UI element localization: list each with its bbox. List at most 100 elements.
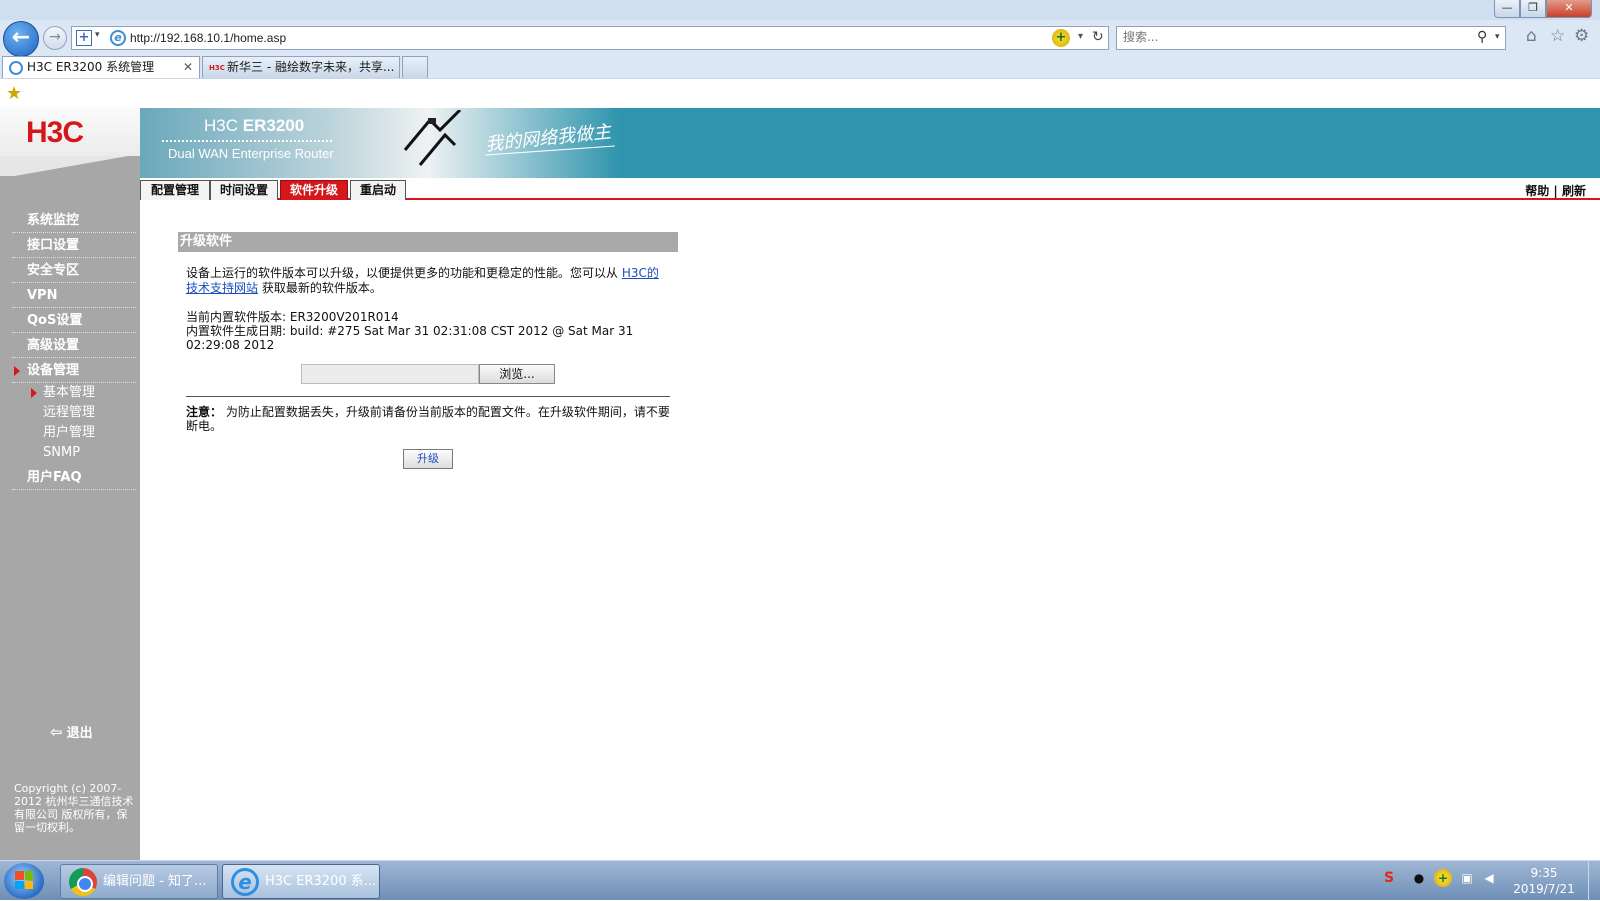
logout-label: 退出 <box>66 726 93 741</box>
browser-tab-h3c-admin[interactable]: H3C ER3200 系统管理 ✕ <box>2 56 200 78</box>
sidebar-item-security[interactable]: 安全专区 <box>12 258 136 283</box>
clock[interactable]: 9:35 2019/7/21 <box>1504 865 1584 897</box>
close-window-button[interactable]: ✕ <box>1546 0 1592 18</box>
chrome-icon <box>69 868 97 896</box>
home-icon[interactable]: ⌂ <box>1526 26 1537 46</box>
clock-date: 2019/7/21 <box>1513 882 1575 896</box>
security-app-icon[interactable]: + <box>1434 869 1452 887</box>
browse-button[interactable]: 浏览... <box>479 364 555 384</box>
taskbar-item-chrome[interactable]: 编辑问题 - 知了... <box>60 864 218 899</box>
sidebar-item-device-management[interactable]: 设备管理 <box>12 358 136 383</box>
product-model: H3C ER3200 <box>204 116 304 136</box>
tab-config-management[interactable]: 配置管理 <box>140 180 210 200</box>
favorites-star-icon[interactable]: ☆ <box>1550 26 1565 46</box>
sub-navigation: 配置管理 时间设置 软件升级 重启动 帮助 | 刷新 <box>140 178 1600 200</box>
sidebar-item-vpn[interactable]: VPN <box>12 283 136 308</box>
sidebar: H3C 系统监控 接口设置 安全专区 VPN QoS设置 高级设置 设备管理 基… <box>0 108 140 860</box>
copyright-text: Copyright (c) 2007-2012 杭州华三通信技术有限公司 版权所… <box>14 782 134 834</box>
logout-icon: ⇦ <box>50 723 63 741</box>
browser-tab-h3c-site[interactable]: H3C 新华三 - 融绘数字未来，共享... <box>202 56 400 78</box>
device-management-submenu: 基本管理 远程管理 用户管理 SNMP <box>12 383 136 463</box>
tab-software-upgrade[interactable]: 软件升级 <box>280 180 348 200</box>
router-admin-page: H3C 系统监控 接口设置 安全专区 VPN QoS设置 高级设置 设备管理 基… <box>0 108 1600 860</box>
refresh-icon[interactable]: ↻ <box>1092 29 1104 45</box>
tab-label: 新华三 - 融绘数字未来，共享... <box>227 60 395 74</box>
add-icon[interactable]: + <box>76 30 92 46</box>
ie-tab-icon <box>9 60 23 75</box>
favorites-add-icon[interactable]: ★ <box>6 83 22 104</box>
submenu-item-basic[interactable]: 基本管理 <box>31 383 136 403</box>
tab-label: H3C ER3200 系统管理 <box>27 60 155 74</box>
browser-tabstrip: H3C ER3200 系统管理 ✕ H3C 新华三 - 融绘数字未来，共享... <box>0 56 1600 78</box>
description-text: 设备上运行的软件版本可以升级，以便提供更多的功能和更稳定的性能。您可以从 <box>186 266 619 280</box>
panel-title: 升级软件 <box>178 232 678 252</box>
note-label: 注意： <box>186 405 223 419</box>
submenu-item-label: 远程管理 <box>43 405 96 420</box>
file-path-input[interactable] <box>301 364 479 384</box>
network-icon[interactable]: ▣ <box>1458 869 1476 887</box>
help-link[interactable]: 帮助 <box>1525 184 1549 198</box>
address-bar[interactable]: + ▾ e http://192.168.10.1/home.asp + ▾ ↻ <box>71 26 1109 50</box>
header-banner: H3C ER3200 Dual WAN Enterprise Router 我的… <box>140 108 1600 178</box>
refresh-link[interactable]: 刷新 <box>1562 184 1586 198</box>
network-cable-icon <box>403 110 462 166</box>
compatibility-icon[interactable]: + <box>1052 29 1070 47</box>
sidebar-item-interface[interactable]: 接口设置 <box>12 233 136 258</box>
build-date-row: 内置软件生成日期: build: #275 Sat Mar 31 02:31:0… <box>186 324 670 352</box>
taskbar-item-label: 编辑问题 - 知了... <box>103 874 207 889</box>
h3c-favicon-icon: H3C <box>209 63 225 72</box>
back-button[interactable]: ← <box>3 21 39 57</box>
tab-time-settings[interactable]: 时间设置 <box>210 180 278 200</box>
banner-divider <box>162 140 332 142</box>
link-separator: | <box>1553 184 1558 198</box>
ie-page-icon: e <box>110 30 126 46</box>
forward-button[interactable]: → <box>43 26 67 50</box>
submenu-item-label: 基本管理 <box>43 385 96 400</box>
close-tab-icon[interactable]: ✕ <box>183 57 193 77</box>
current-version-label: 当前内置软件版本: <box>186 310 287 324</box>
sidebar-item-label: 安全专区 <box>27 263 80 278</box>
submenu-item-remote[interactable]: 远程管理 <box>43 403 136 423</box>
logo-decoration <box>0 156 140 176</box>
search-dropdown-icon[interactable]: ▾ <box>1495 32 1500 42</box>
address-text[interactable]: http://192.168.10.1/home.asp <box>130 31 286 45</box>
start-button[interactable] <box>4 863 44 899</box>
submenu-item-users[interactable]: 用户管理 <box>43 423 136 443</box>
show-desktop-button[interactable] <box>1588 861 1600 901</box>
volume-icon[interactable]: ◀ <box>1480 869 1498 887</box>
dropdown-arrow-icon[interactable]: ▾ <box>95 30 100 40</box>
search-icon[interactable]: ⚲ <box>1477 29 1487 45</box>
active-arrow-icon <box>31 388 37 398</box>
browser-chrome: — ❐ ✕ ← → + ▾ e http://192.168.10.1/home… <box>0 0 1600 108</box>
search-input[interactable] <box>1123 30 1443 44</box>
taskbar-item-ie[interactable]: e H3C ER3200 系... <box>222 864 380 899</box>
minimize-button[interactable]: — <box>1494 0 1520 18</box>
help-links: 帮助 | 刷新 <box>1525 182 1586 199</box>
upgrade-button[interactable]: 升级 <box>403 449 453 469</box>
forward-arrow-icon: → <box>49 29 61 45</box>
logout-link[interactable]: ⇦ 退出 <box>50 722 93 741</box>
h3c-logo: H3C <box>26 116 84 149</box>
new-tab-button[interactable] <box>402 56 428 78</box>
qq-icon[interactable]: ● <box>1410 869 1428 887</box>
upgrade-panel: 升级软件 设备上运行的软件版本可以升级，以便提供更多的功能和更稳定的性能。您可以… <box>178 232 678 469</box>
sidebar-item-label: VPN <box>27 288 58 303</box>
input-method-icon[interactable]: S <box>1380 869 1398 887</box>
maximize-button[interactable]: ❐ <box>1520 0 1546 18</box>
tab-reboot[interactable]: 重启动 <box>350 180 406 200</box>
submenu-item-snmp[interactable]: SNMP <box>43 443 136 463</box>
sidebar-item-qos[interactable]: QoS设置 <box>12 308 136 333</box>
taskbar-item-label: H3C ER3200 系... <box>265 874 377 889</box>
sidebar-item-label: 设备管理 <box>27 363 80 378</box>
description-text-end: 获取最新的软件版本。 <box>261 281 382 295</box>
model-prefix: H3C <box>204 116 239 135</box>
window-titlebar: — ❐ ✕ <box>0 0 1600 20</box>
sidebar-item-advanced[interactable]: 高级设置 <box>12 333 136 358</box>
gear-icon[interactable]: ⚙ <box>1574 26 1589 46</box>
build-date-label: 内置软件生成日期: <box>186 324 287 338</box>
address-dropdown-icon[interactable]: ▾ <box>1078 31 1083 42</box>
search-box[interactable]: ⚲ ▾ <box>1116 26 1506 50</box>
sidebar-item-faq[interactable]: 用户FAQ <box>12 465 136 490</box>
divider <box>186 396 670 397</box>
sidebar-item-system-monitor[interactable]: 系统监控 <box>12 208 136 233</box>
